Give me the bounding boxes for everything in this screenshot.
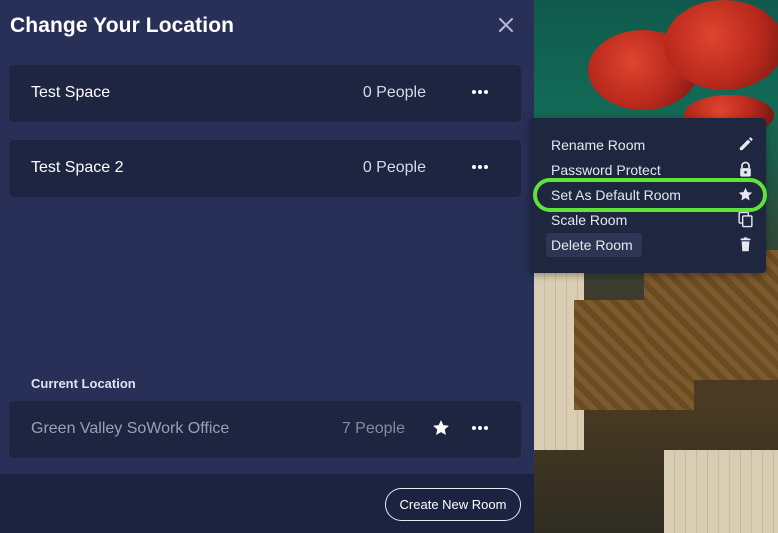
- room-people-count: 0 People: [362, 159, 426, 176]
- menu-item-rename-room[interactable]: Rename Room: [546, 134, 754, 156]
- room-card-test-space-2[interactable]: Test Space 2 0 People: [9, 140, 521, 197]
- create-new-room-button[interactable]: Create New Room: [385, 488, 521, 521]
- menu-item-set-default-room[interactable]: Set As Default Room: [546, 184, 754, 206]
- more-options-button[interactable]: [471, 417, 489, 439]
- modal-title: Change Your Location: [10, 14, 235, 37]
- more-horizontal-icon: [472, 90, 488, 94]
- more-options-button[interactable]: [471, 81, 489, 103]
- menu-item-label: Password Protect: [551, 162, 661, 178]
- menu-item-label: Delete Room: [551, 237, 633, 253]
- star-icon: [433, 420, 449, 435]
- room-name: Test Space 2: [31, 159, 124, 176]
- more-horizontal-icon: [472, 165, 488, 169]
- room-context-menu: Rename Room Password Protect Set As Defa…: [530, 118, 766, 273]
- lock-icon: [740, 161, 751, 177]
- menu-item-scale-room[interactable]: Scale Room: [546, 209, 754, 231]
- current-location-label: Current Location: [31, 376, 136, 391]
- room-name: Test Space: [31, 84, 111, 101]
- current-room-people-count: 7 People: [341, 420, 405, 437]
- menu-item-label: Set As Default Room: [551, 187, 681, 203]
- more-horizontal-icon: [472, 426, 488, 430]
- copy-icon: [738, 211, 753, 228]
- menu-item-label: Rename Room: [551, 137, 646, 153]
- current-room-card[interactable]: Green Valley SoWork Office 7 People: [9, 401, 521, 458]
- pencil-icon: [739, 137, 753, 151]
- close-icon: [499, 18, 513, 32]
- menu-item-delete-room[interactable]: Delete Room: [546, 233, 754, 257]
- menu-item-label: Scale Room: [551, 212, 628, 228]
- room-card-test-space[interactable]: Test Space 0 People: [9, 65, 521, 122]
- close-button[interactable]: [494, 13, 518, 37]
- more-options-button[interactable]: [471, 156, 489, 178]
- room-people-count: 0 People: [362, 84, 426, 101]
- menu-item-password-protect[interactable]: Password Protect: [546, 159, 754, 181]
- change-location-modal: Change Your Location Test Space 0 People…: [0, 0, 534, 533]
- trash-icon: [740, 237, 751, 252]
- modal-footer: Create New Room: [0, 474, 534, 533]
- star-icon: [738, 187, 753, 201]
- current-room-name: Green Valley SoWork Office: [31, 420, 230, 437]
